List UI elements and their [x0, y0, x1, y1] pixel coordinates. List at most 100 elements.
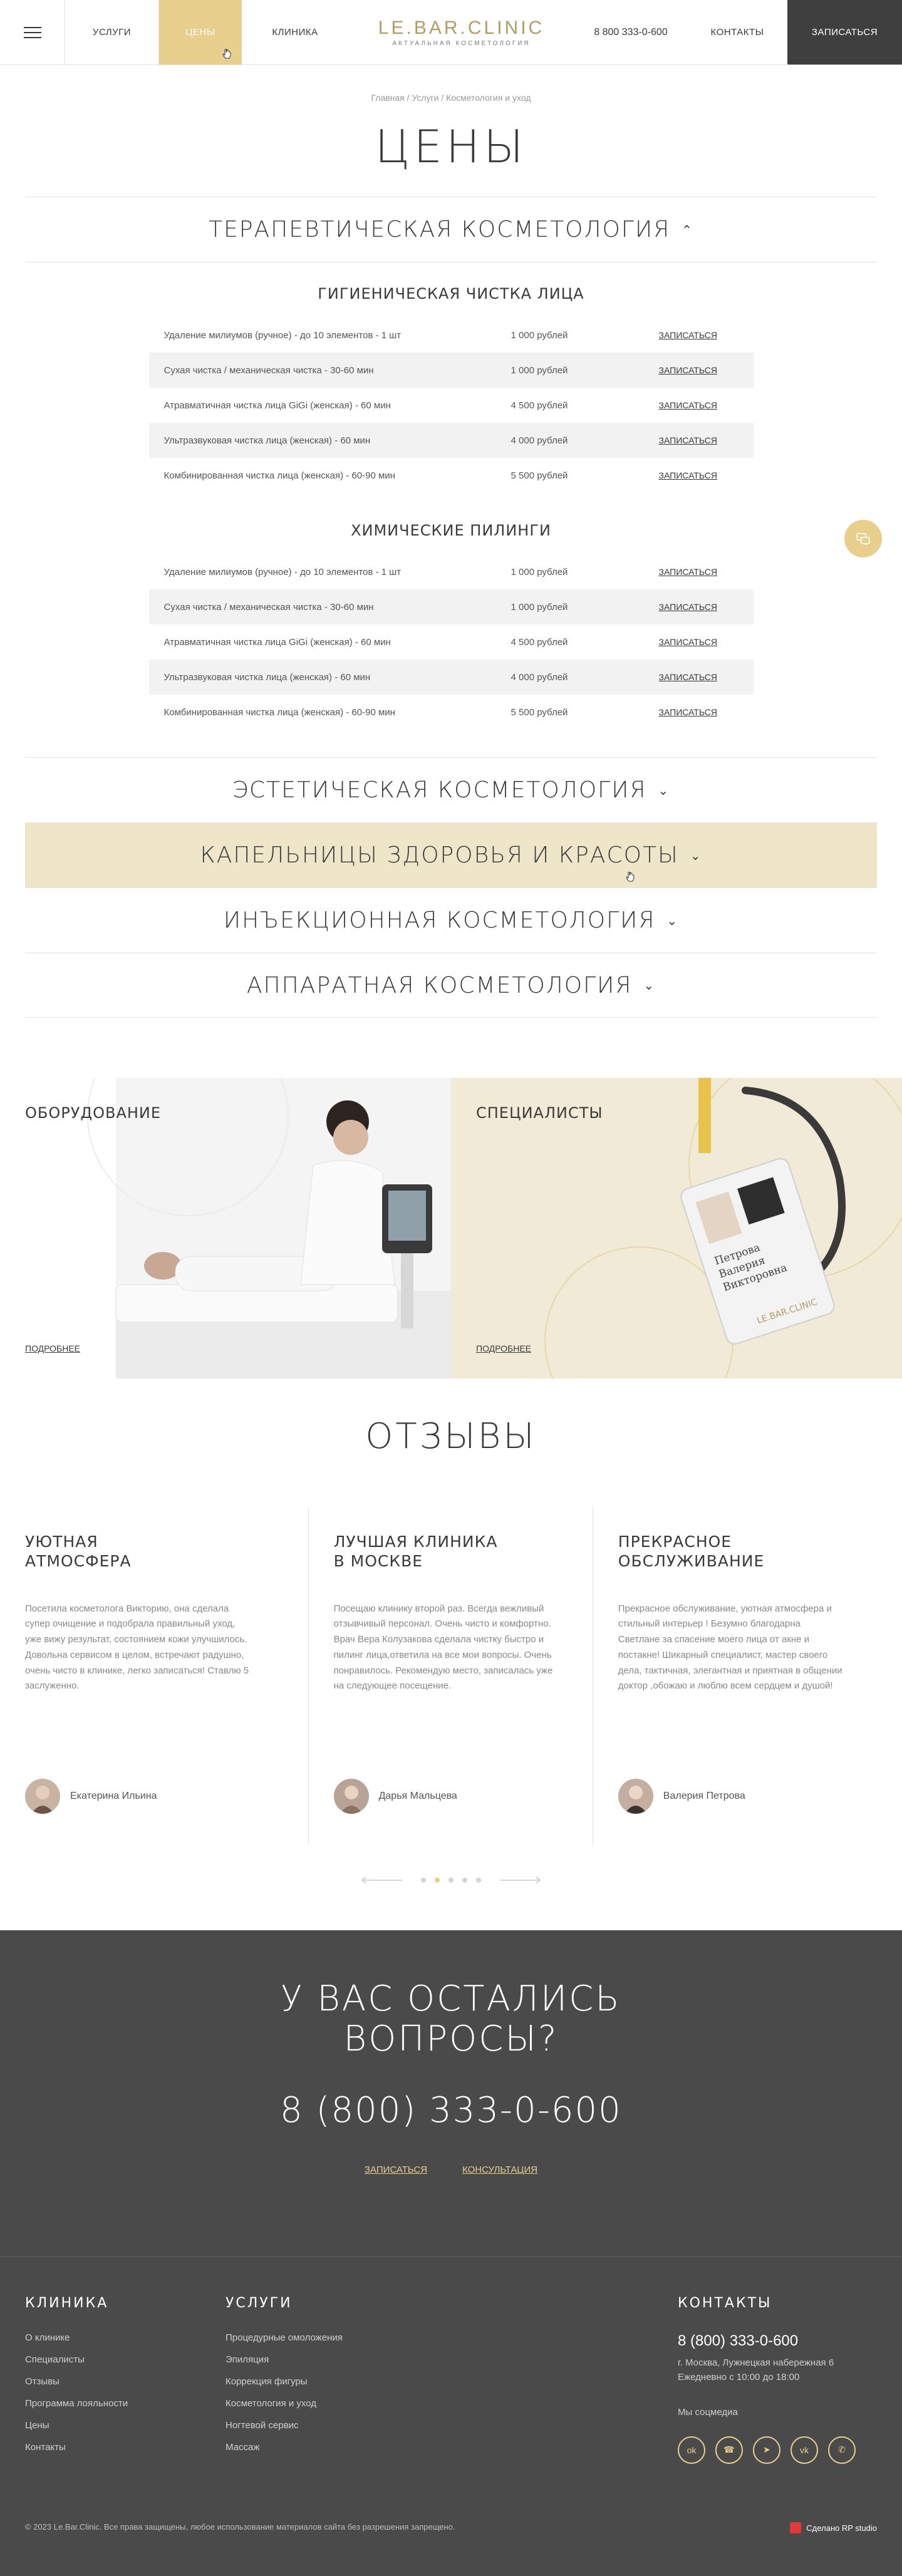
- slider-dot[interactable]: [421, 1878, 426, 1883]
- table-row: Ультразвуковая чистка лица (женская) - 6…: [148, 423, 754, 458]
- accordion-therapeutic[interactable]: Терапевтическая косметология ⌃: [25, 197, 877, 262]
- group-title: Химические пилинги: [351, 522, 551, 539]
- reviews-slider: Уютная атмосфера Посетила косметолога Ви…: [25, 1507, 877, 1845]
- signup-link[interactable]: Записаться: [659, 567, 717, 577]
- table-row: Атравматичная чистка лица GiGi (женская)…: [149, 624, 754, 660]
- nav-clinic[interactable]: Клиника: [242, 0, 348, 65]
- accordion-injection[interactable]: Инъекционная косметология ⌄: [25, 887, 877, 953]
- service-price: 4 000 рублей: [511, 671, 568, 683]
- whatsapp-icon[interactable]: ✆: [828, 2436, 856, 2464]
- signup-link[interactable]: Записаться: [659, 400, 717, 410]
- specialists-more-link[interactable]: Подробнее: [476, 1343, 531, 1353]
- review-title: Уютная атмосфера: [25, 1532, 283, 1571]
- questions-consult-link[interactable]: Консультация: [462, 2165, 537, 2175]
- questions-phone[interactable]: 8 (800) 333-0-600: [0, 2090, 902, 2131]
- table-row: Комбинированная чистка лица (женская) - …: [149, 695, 754, 730]
- footer-contacts-title: Контакты: [678, 2295, 772, 2311]
- slider-dot[interactable]: [476, 1878, 481, 1883]
- studio-logo-icon: [790, 2522, 802, 2533]
- review-card: Прекрасное обслуживание Прекрасное обслу…: [592, 1507, 877, 1845]
- footer-link[interactable]: Программа лояльности: [25, 2398, 128, 2409]
- nav-services[interactable]: Услуги: [65, 0, 159, 65]
- menu-icon[interactable]: [0, 0, 65, 65]
- footer-link[interactable]: Ногтевой сервис: [226, 2420, 343, 2431]
- review-title: Лучшая клиника в Москве: [334, 1532, 568, 1571]
- footer-link[interactable]: Отзывы: [25, 2376, 128, 2387]
- table-row: Сухая чистка / механическая чистка - 30-…: [148, 353, 754, 388]
- slider-controls: [0, 1876, 902, 1884]
- signup-link[interactable]: Записаться: [659, 470, 717, 480]
- arrow-right-icon[interactable]: [500, 1876, 541, 1884]
- accordion-hardware[interactable]: Аппаратная косметология ⌄: [25, 953, 877, 1018]
- chevron-down-icon: ⌄: [658, 782, 670, 798]
- accordion-drips[interactable]: Капельницы здоровья и красоты ⌄: [25, 822, 877, 887]
- equipment-more-link[interactable]: Подробнее: [25, 1343, 80, 1353]
- telegram-icon[interactable]: ➤: [753, 2436, 780, 2464]
- chat-button[interactable]: [844, 520, 882, 557]
- review-title-line: обслуживание: [618, 1552, 765, 1571]
- signup-link[interactable]: Записаться: [659, 365, 717, 375]
- review-text: Прекрасное обслуживание, уютная атмосфер…: [618, 1603, 842, 1692]
- feature-cards: Оборудование Подробнее Петрова Валерия В…: [0, 1078, 902, 1379]
- service-price: 5 500 рублей: [511, 706, 568, 718]
- footer-link[interactable]: Цены: [25, 2420, 128, 2431]
- review-author: Екатерина Ильина: [25, 1779, 157, 1814]
- signup-link[interactable]: Записаться: [659, 672, 717, 682]
- avatar: [25, 1779, 60, 1814]
- footer-phone[interactable]: 8 (800) 333-0-600: [678, 2332, 856, 2350]
- header-signup-button[interactable]: Записаться: [787, 0, 902, 65]
- site-footer: Клиника О клинике Специалисты Отзывы Про…: [0, 2256, 902, 2576]
- odnoklassniki-icon[interactable]: ok: [678, 2436, 705, 2464]
- service-name: Ультразвуковая чистка лица (женская) - 6…: [163, 435, 371, 446]
- signup-link[interactable]: Записаться: [659, 435, 717, 445]
- vk-icon[interactable]: vk: [791, 2436, 818, 2464]
- signup-link[interactable]: Записаться: [659, 707, 717, 717]
- hand-cursor-icon: [222, 49, 231, 59]
- nav-contacts[interactable]: Контакты: [687, 0, 787, 65]
- equipment-title: Оборудование: [25, 1104, 162, 1122]
- header-phone[interactable]: 8 800 333-0-600: [574, 0, 687, 65]
- footer-address-line: г. Москва, Лужнецкая набережная 6: [678, 2357, 834, 2368]
- service-price: 4 500 рублей: [511, 636, 568, 648]
- table-row: Комбинированная чистка лица (женская) - …: [149, 458, 754, 493]
- footer-link[interactable]: Эпиляция: [226, 2354, 343, 2365]
- questions-signup-link[interactable]: Записаться: [365, 2165, 427, 2175]
- footer-link[interactable]: Массаж: [226, 2442, 343, 2453]
- review-title: Прекрасное обслуживание: [618, 1532, 852, 1571]
- footer-hours: Ежедневно с 10:00 до 18:00: [678, 2371, 800, 2382]
- arrow-left-icon[interactable]: [361, 1876, 402, 1884]
- signup-link[interactable]: Записаться: [659, 637, 717, 647]
- table-row: Удаление милиумов (ручное) - до 10 элеме…: [149, 318, 754, 353]
- footer-link[interactable]: Коррекция фигуры: [226, 2376, 343, 2387]
- equipment-card[interactable]: Оборудование Подробнее: [0, 1078, 451, 1379]
- slider-dot-active[interactable]: [435, 1878, 440, 1883]
- specialists-card[interactable]: Петрова Валерия Викторовна LE.BAR.CLINIC…: [451, 1078, 902, 1379]
- footer-link[interactable]: Специалисты: [25, 2354, 128, 2365]
- footer-link[interactable]: Процедурные омоложения: [226, 2332, 343, 2343]
- logo[interactable]: LE.BAR.CLINIC АКТУАЛЬНАЯ КОСМЕТОЛОГИЯ: [348, 0, 574, 65]
- footer-link[interactable]: Косметология и уход: [226, 2398, 343, 2409]
- author-name: Екатерина Ильина: [70, 1791, 157, 1801]
- slider-dots: [421, 1878, 481, 1883]
- accordion-drips-label: Капельницы здоровья и красоты: [200, 842, 679, 868]
- accordion-aesthetic[interactable]: Эстетическая косметология ⌄: [25, 757, 877, 822]
- signup-link[interactable]: Записаться: [659, 330, 717, 340]
- studio-credit[interactable]: Сделано RP studio: [790, 2522, 877, 2533]
- nav-prices[interactable]: Цены: [159, 0, 242, 65]
- service-name: Ультразвуковая чистка лица (женская) - 6…: [163, 671, 371, 683]
- service-name: Сухая чистка / механическая чистка - 30-…: [163, 601, 374, 613]
- viber-icon[interactable]: ☎: [715, 2436, 743, 2464]
- author-name: Валерия Петрова: [663, 1791, 745, 1801]
- chevron-down-icon: ⌄: [690, 847, 702, 863]
- avatar: [333, 1779, 369, 1814]
- breadcrumb[interactable]: Главная / Услуги / Косметология и уход: [0, 93, 902, 103]
- studio-credit-text: Сделано RP studio: [806, 2523, 877, 2533]
- signup-link[interactable]: Записаться: [659, 602, 717, 612]
- questions-title: У вас остались вопросы?: [0, 1979, 902, 2060]
- footer-link[interactable]: Контакты: [25, 2442, 128, 2453]
- specialists-photo: Петрова Валерия Викторовна LE.BAR.CLINIC: [544, 1078, 902, 1379]
- footer-link[interactable]: О клинике: [25, 2332, 128, 2343]
- questions-links: Записаться Консультация: [0, 2165, 902, 2175]
- slider-dot[interactable]: [462, 1878, 467, 1883]
- slider-dot[interactable]: [448, 1878, 454, 1883]
